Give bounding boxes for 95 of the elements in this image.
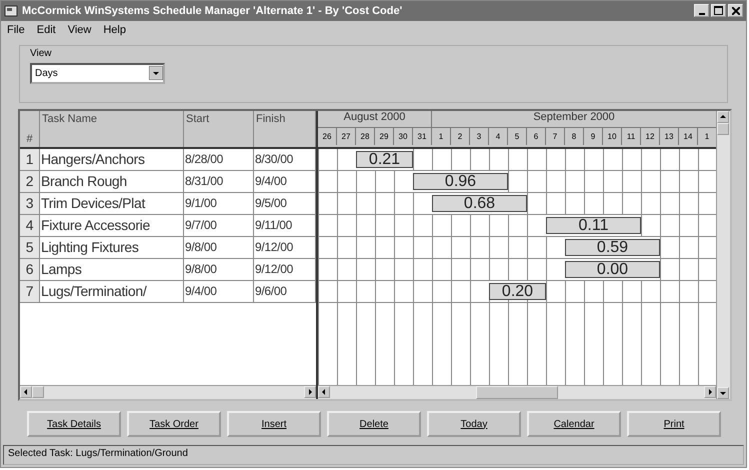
table-cell: 6 bbox=[20, 258, 40, 280]
table-cell: 8/31/00 bbox=[184, 170, 254, 192]
app-icon bbox=[4, 4, 18, 18]
day-header: 29 bbox=[375, 128, 394, 145]
minimize-button[interactable] bbox=[694, 4, 709, 18]
table-cell: 9/5/00 bbox=[254, 192, 316, 214]
toolbar-button[interactable]: Task Details bbox=[27, 411, 121, 438]
day-header: 10 bbox=[603, 128, 622, 145]
menu-item[interactable]: Help bbox=[103, 24, 126, 38]
table-cell: 9/1/00 bbox=[184, 192, 254, 214]
table-cell: 8/30/00 bbox=[254, 148, 316, 170]
table-cell: 9/8/00 bbox=[184, 258, 254, 280]
toolbar-button[interactable]: Delete bbox=[327, 411, 421, 438]
column-header[interactable]: Task Name bbox=[40, 110, 184, 147]
day-header: 28 bbox=[356, 128, 375, 145]
scroll-right-icon bbox=[307, 389, 313, 396]
table-cell: Lighting Fixtures bbox=[40, 236, 184, 258]
table-cell: 9/7/00 bbox=[184, 214, 254, 236]
task-bar[interactable]: 0.96 bbox=[413, 172, 508, 190]
day-header: 6 bbox=[527, 128, 546, 145]
table-cell: 8/28/00 bbox=[184, 148, 254, 170]
day-header: 26 bbox=[318, 128, 337, 145]
scroll-thumb[interactable] bbox=[32, 386, 44, 398]
close-button[interactable] bbox=[728, 4, 743, 18]
scroll-right-icon bbox=[707, 389, 713, 396]
minimize-icon bbox=[698, 12, 704, 15]
table-cell: 9/4/00 bbox=[184, 280, 254, 302]
dropdown-arrow-icon bbox=[149, 66, 163, 80]
table-cell: 9/8/00 bbox=[184, 236, 254, 258]
day-header: 8 bbox=[565, 128, 584, 145]
table-cell: 9/11/00 bbox=[254, 214, 316, 236]
day-header: 30 bbox=[394, 128, 413, 145]
toolbar-button[interactable]: Print bbox=[627, 411, 721, 438]
table-cell: 9/6/00 bbox=[254, 280, 316, 302]
task-bar[interactable]: 0.21 bbox=[356, 150, 413, 168]
table-cell: 5 bbox=[20, 236, 40, 258]
day-header: 4 bbox=[489, 128, 508, 145]
task-bar[interactable]: 0.59 bbox=[565, 238, 660, 256]
toolbar-button[interactable]: Task Order bbox=[127, 411, 221, 438]
month-header: August 2000 bbox=[318, 110, 432, 128]
toolbar-button[interactable]: Today bbox=[427, 411, 521, 438]
table-cell: Hangers/Anchors bbox=[40, 148, 184, 170]
table-cell: 2 bbox=[20, 170, 40, 192]
day-header: 2 bbox=[451, 128, 470, 145]
scroll-left-icon bbox=[321, 389, 327, 396]
table-cell: 3 bbox=[20, 192, 40, 214]
view-dropdown[interactable]: Days bbox=[30, 62, 165, 84]
table-cell: Fixture Accessorie bbox=[40, 214, 184, 236]
scroll-left-icon bbox=[23, 389, 29, 396]
scroll-thumb[interactable] bbox=[717, 122, 729, 135]
table-cell: 1 bbox=[20, 148, 40, 170]
day-header: 14 bbox=[679, 128, 698, 145]
day-header: 3 bbox=[470, 128, 489, 145]
day-header: 11 bbox=[622, 128, 641, 145]
view-label: View bbox=[30, 48, 52, 59]
table-cell: 7 bbox=[20, 280, 40, 302]
day-header: 27 bbox=[337, 128, 356, 145]
table-cell: Lamps bbox=[40, 258, 184, 280]
toolbar-button[interactable]: Insert bbox=[227, 411, 321, 438]
status-bar: Selected Task: Lugs/Termination/Ground bbox=[3, 445, 744, 465]
table-cell: Branch Rough bbox=[40, 170, 184, 192]
table-cell: 9/4/00 bbox=[254, 170, 316, 192]
table-cell: Lugs/Termination/ bbox=[40, 280, 184, 302]
table-cell: 9/12/00 bbox=[254, 236, 316, 258]
scroll-thumb[interactable] bbox=[476, 386, 558, 400]
menu-item[interactable]: File bbox=[7, 24, 25, 38]
scroll-up-icon bbox=[720, 114, 726, 120]
horizontal-scrollbar[interactable] bbox=[318, 385, 716, 400]
menu-item[interactable]: Edit bbox=[36, 24, 56, 38]
day-header: 13 bbox=[660, 128, 679, 145]
maximize-button[interactable] bbox=[711, 4, 726, 18]
table-cell: 9/12/00 bbox=[254, 258, 316, 280]
task-bar[interactable]: 0.68 bbox=[432, 194, 527, 212]
scroll-down-icon bbox=[720, 390, 726, 396]
column-header[interactable]: Start bbox=[184, 110, 254, 147]
day-header: 9 bbox=[584, 128, 603, 145]
day-header: 1 bbox=[432, 128, 451, 145]
task-bar[interactable]: 0.11 bbox=[546, 216, 641, 234]
day-header: 31 bbox=[413, 128, 432, 145]
horizontal-scrollbar[interactable] bbox=[20, 385, 316, 400]
maximize-icon bbox=[714, 6, 723, 16]
day-header: 7 bbox=[546, 128, 565, 145]
close-icon bbox=[732, 6, 740, 15]
menu-item[interactable]: View bbox=[68, 24, 92, 38]
day-header: 12 bbox=[641, 128, 660, 145]
toolbar-button[interactable]: Calendar bbox=[527, 411, 621, 438]
task-bar[interactable]: 0.20 bbox=[489, 282, 546, 300]
table-cell: Trim Devices/Plat bbox=[40, 192, 184, 214]
vertical-scrollbar[interactable] bbox=[716, 110, 730, 400]
task-bar[interactable]: 0.00 bbox=[565, 260, 660, 278]
day-header: 5 bbox=[508, 128, 527, 145]
column-header[interactable]: Finish bbox=[254, 110, 316, 147]
column-header[interactable]: # bbox=[20, 110, 40, 147]
window-title: McCormick WinSystems Schedule Manager 'Alternate 1' - By 'Cost Code' bbox=[22, 4, 404, 17]
table-cell: 4 bbox=[20, 214, 40, 236]
